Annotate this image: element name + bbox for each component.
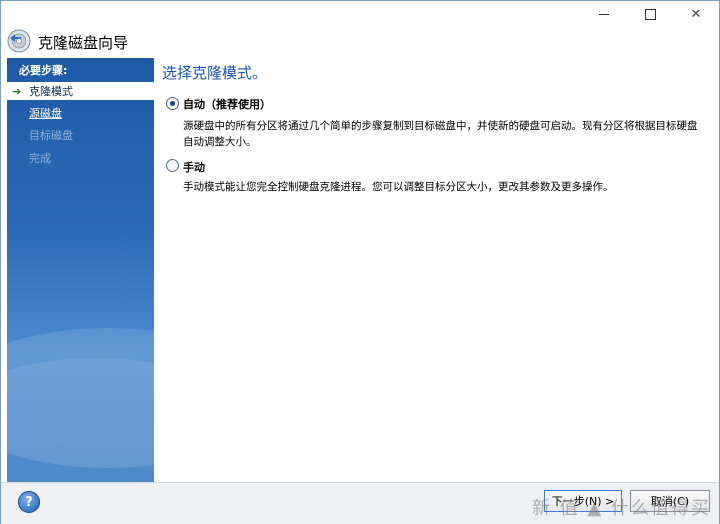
- watermark: 新 值 ▲ 什么值得买: [531, 498, 711, 519]
- main-panel: 选择克隆模式。 自动（推荐使用） 源硬盘中的所有分区将通过几个简单的步骤复制到目…: [154, 58, 716, 482]
- page-title: 选择克隆模式。: [162, 64, 268, 82]
- step-finish: 完成: [7, 149, 154, 167]
- manual-mode-radio[interactable]: [166, 159, 179, 172]
- close-icon: ✕: [690, 6, 702, 22]
- title-bar: ✕: [1, 1, 719, 27]
- step-label: 完成: [29, 152, 51, 165]
- maximize-icon: [644, 8, 656, 20]
- required-steps-heading: 必要步骤:: [19, 64, 68, 77]
- minimize-icon: [599, 13, 609, 15]
- current-step-arrow-icon: ➜: [12, 84, 22, 98]
- manual-mode-description: 手动模式能让您完全控制硬盘克隆进程。您可以调整目标分区大小，更改其参数及更多操作…: [183, 181, 614, 193]
- close-button[interactable]: ✕: [673, 1, 719, 27]
- wizard-header: 克隆磁盘向导: [1, 27, 719, 55]
- wizard-window: ✕ 克隆磁盘向导 必要步骤: ➜ 克隆模式 源磁盘 目标磁盘 完成 可选步骤: …: [0, 0, 720, 524]
- disk-clone-app-icon: [7, 29, 31, 53]
- wizard-title: 克隆磁盘向导: [38, 34, 129, 52]
- auto-mode-radio[interactable]: [166, 97, 179, 110]
- step-target-disk: 目标磁盘: [7, 126, 154, 144]
- step-label: 克隆模式: [29, 85, 73, 98]
- step-label[interactable]: 源磁盘: [29, 105, 62, 121]
- step-label: 目标磁盘: [29, 129, 73, 142]
- minimize-button[interactable]: [581, 1, 627, 27]
- maximize-button[interactable]: [627, 1, 673, 27]
- step-source-disk[interactable]: 源磁盘: [7, 104, 154, 122]
- help-icon[interactable]: ?: [18, 491, 40, 513]
- optional-steps-heading: 可选步骤:: [27, 436, 75, 449]
- manual-mode-label[interactable]: 手动: [183, 159, 205, 175]
- steps-sidebar: 必要步骤: ➜ 克隆模式 源磁盘 目标磁盘 完成 可选步骤:: [7, 58, 154, 482]
- step-clone-mode: ➜ 克隆模式: [7, 82, 154, 100]
- auto-mode-label[interactable]: 自动（推荐使用）: [183, 96, 271, 112]
- auto-mode-description: 源硬盘中的所有分区将通过几个简单的步骤复制到目标磁盘中，并使新的硬盘可启动。现有…: [183, 120, 698, 148]
- wizard-footer: ? 下一步(N) > 取消(C) 新 值 ▲ 什么值得买: [1, 482, 719, 524]
